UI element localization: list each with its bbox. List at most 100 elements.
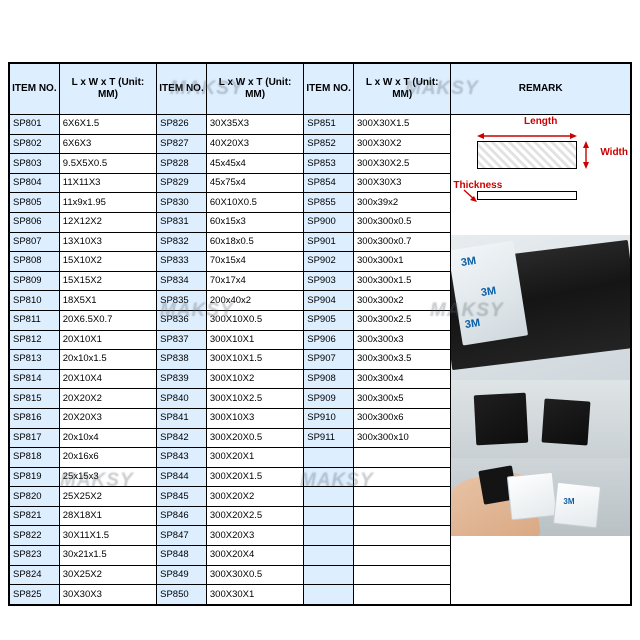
pad-side-view-shape <box>477 191 578 200</box>
cell-item-no: SP840 <box>156 388 207 409</box>
cell-dimensions: 60x18x0.5 <box>205 231 305 253</box>
cell-dimensions: 300X30X0.5 <box>205 564 305 586</box>
cell-item-no: SP849 <box>156 564 207 586</box>
cell-item-no: SP807 <box>9 231 60 253</box>
cell-dimensions: 28X18X1 <box>58 505 158 527</box>
cell-dimensions: 25X25X2 <box>58 486 158 507</box>
cell-item-no: SP819 <box>9 466 60 488</box>
cell-item-no: SP839 <box>156 368 207 390</box>
cell-dimensions <box>353 545 452 566</box>
product-photo-black-squares <box>451 380 630 458</box>
cell-dimensions: 300X20X2.5 <box>205 505 305 527</box>
cell-item-no: SP803 <box>9 153 60 174</box>
cell-dimensions: 15X10X2 <box>58 251 158 272</box>
cell-item-no: SP821 <box>9 505 60 527</box>
cell-dimensions: 300X30X3 <box>353 172 452 194</box>
cell-dimensions <box>353 584 452 605</box>
cell-item-no: SP842 <box>156 427 207 449</box>
brand-logo-3m: 3M <box>563 497 575 506</box>
cell-item-no: SP810 <box>9 290 60 311</box>
cell-item-no: SP822 <box>9 525 60 547</box>
cell-item-no: SP806 <box>9 211 60 233</box>
cell-item-no: SP854 <box>303 172 355 194</box>
cell-item-no: SP823 <box>9 545 60 566</box>
cell-item-no: SP911 <box>303 427 355 449</box>
cell-dimensions: 300X10X2 <box>205 368 305 390</box>
cell-dimensions: 15X15X2 <box>58 270 158 292</box>
cell-dimensions: 300X30X1.5 <box>353 114 452 135</box>
cell-dimensions: 300x300x10 <box>353 427 452 449</box>
cell-dimensions: 300X20X3 <box>205 525 305 547</box>
product-size-table: ITEM NO. L x W x T (Unit: MM) ITEM NO. L… <box>9 63 631 605</box>
cell-item-no: SP845 <box>156 486 207 507</box>
cell-dimensions: 300X30X1 <box>205 584 305 605</box>
cell-dimensions: 30X35X3 <box>205 114 305 135</box>
cell-dimensions <box>353 564 452 586</box>
cell-item-no: SP815 <box>9 388 60 409</box>
brand-logo-3m: 3M <box>464 316 482 332</box>
cell-dimensions: 18X5X1 <box>58 290 158 311</box>
cell-dimensions: 300x300x5 <box>353 388 452 409</box>
cell-dimensions <box>353 505 452 527</box>
cell-dimensions: 300X30X2.5 <box>353 153 452 174</box>
pad-top-view-shape <box>477 141 578 169</box>
cell-item-no: SP838 <box>156 349 207 370</box>
cell-item-no: SP827 <box>156 133 207 155</box>
cell-item-no: SP900 <box>303 211 355 233</box>
cell-item-no: SP814 <box>9 368 60 390</box>
cell-dimensions: 40X20X3 <box>205 133 305 155</box>
cell-item-no: SP830 <box>156 192 207 213</box>
cell-item-no: SP805 <box>9 192 60 213</box>
cell-dimensions: 300X10X0.5 <box>205 309 305 331</box>
cell-item-no: SP903 <box>303 270 355 292</box>
cell-item-no: SP808 <box>9 251 60 272</box>
cell-item-no: SP820 <box>9 486 60 507</box>
length-label: Length <box>524 116 558 127</box>
header-dimensions-3: L x W x T (Unit: MM) <box>353 63 452 115</box>
cell-dimensions: 300x300x0.7 <box>353 231 452 253</box>
cell-item-no: SP834 <box>156 270 207 292</box>
table-row: SP801 6X6X1.5 SP826 30X35X3 SP851 300X30X1.5 L… <box>9 114 631 605</box>
cell-item-no: SP813 <box>9 349 60 370</box>
cell-item-no: SP904 <box>303 290 355 311</box>
cell-item-no: SP841 <box>156 407 207 429</box>
cell-dimensions: 20X6.5X0.7 <box>58 309 158 331</box>
cell-item-no: SP835 <box>156 290 207 311</box>
cell-item-no: SP843 <box>156 447 207 468</box>
cell-dimensions: 300x300x1.5 <box>353 270 452 292</box>
cell-dimensions: 9.5X5X0.5 <box>58 153 158 174</box>
header-remark: REMARK <box>450 63 631 115</box>
cell-dimensions: 12X12X2 <box>58 211 158 233</box>
cell-dimensions: 60X10X0.5 <box>205 192 305 213</box>
brand-logo-3m: 3M <box>460 254 478 270</box>
cell-item-no: SP831 <box>156 211 207 233</box>
cell-dimensions: 45x75x4 <box>205 172 305 194</box>
cell-dimensions: 20X20X2 <box>58 388 158 409</box>
specification-sheet: ITEM NO. L x W x T (Unit: MM) ITEM NO. L… <box>8 62 632 606</box>
cell-item-no <box>303 466 355 488</box>
cell-dimensions: 300x300x2.5 <box>353 309 452 331</box>
thickness-label: Thickness <box>453 180 503 191</box>
cell-item-no: SP850 <box>156 584 207 605</box>
product-photo-tape-roll: 3M 3M 3M <box>451 235 630 380</box>
cell-dimensions: 300X20X4 <box>205 545 305 566</box>
cell-dimensions: 200x40x2 <box>205 290 305 311</box>
cell-dimensions: 300X10X3 <box>205 407 305 429</box>
thickness-arrow-icon <box>463 189 478 202</box>
cell-dimensions: 60x15x3 <box>205 211 305 233</box>
cell-item-no <box>303 564 355 586</box>
cell-item-no: SP905 <box>303 309 355 331</box>
cell-item-no: SP846 <box>156 505 207 527</box>
cell-item-no: SP804 <box>9 172 60 194</box>
cell-item-no: SP852 <box>303 133 355 155</box>
cell-dimensions: 30X30X3 <box>58 584 158 605</box>
cell-dimensions: 300x39x2 <box>353 192 452 213</box>
width-arrow-icon <box>583 141 590 169</box>
header-dimensions-1: L x W x T (Unit: MM) <box>58 63 158 115</box>
cell-dimensions: 20x10x1.5 <box>58 349 158 370</box>
cell-dimensions: 25x15x3 <box>58 466 158 488</box>
table-body: SP801 6X6X1.5 SP826 30X35X3 SP851 300X30X1.5 L… <box>9 114 631 605</box>
cell-item-no: SP829 <box>156 172 207 194</box>
cell-item-no: SP853 <box>303 153 355 174</box>
cell-dimensions: 300X20X1 <box>205 447 305 468</box>
